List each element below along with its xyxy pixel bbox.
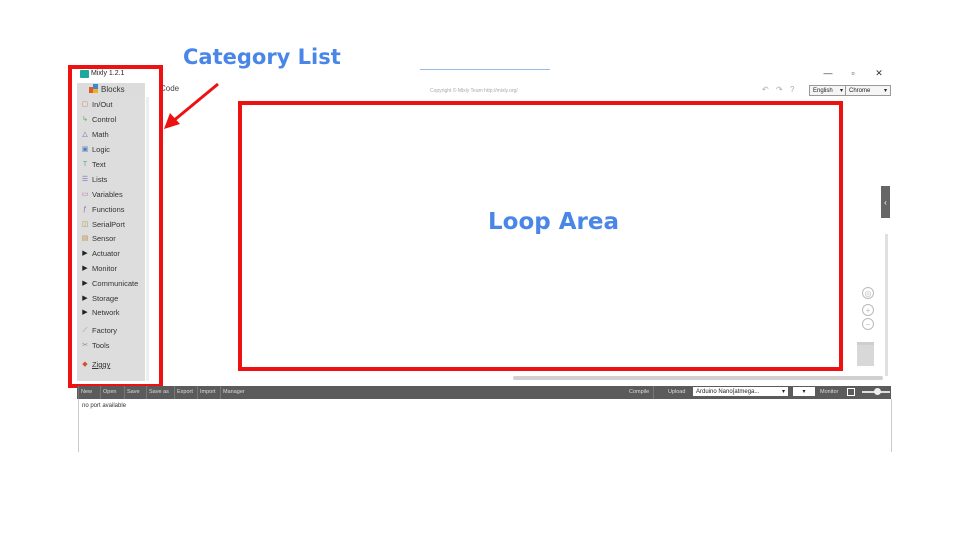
manager-button[interactable]: Manager: [223, 389, 245, 395]
chevron-down-icon: ▾: [883, 88, 887, 94]
port-select[interactable]: ▾: [793, 387, 815, 396]
browser-select[interactable]: Chrome ▾: [845, 85, 891, 96]
board-value: Arduino Nano[atmega...: [696, 388, 760, 395]
console-output: no port available: [78, 399, 892, 452]
language-value: English: [813, 87, 833, 94]
zoom-in-icon[interactable]: +: [862, 304, 874, 316]
save-as-button[interactable]: Save as: [149, 389, 169, 395]
monitor-checkbox[interactable]: [847, 388, 855, 396]
undo-icon[interactable]: ↶: [762, 85, 769, 94]
language-select[interactable]: English ▾: [809, 85, 847, 96]
zoom-out-icon[interactable]: −: [862, 318, 874, 330]
divider: [124, 386, 125, 399]
loop-area-highlight-box: [238, 101, 843, 371]
baud-slider-handle[interactable]: [874, 388, 881, 395]
minimize-button[interactable]: —: [821, 68, 835, 78]
help-icon[interactable]: ?: [790, 85, 794, 94]
zoom-reset-icon[interactable]: ◎: [862, 287, 874, 299]
divider: [220, 386, 221, 399]
browser-value: Chrome: [849, 87, 871, 94]
chevron-down-icon: ▾: [839, 88, 843, 94]
upload-button[interactable]: Upload: [668, 389, 685, 395]
maximize-button[interactable]: ▫: [846, 68, 860, 78]
console-text: no port available: [82, 403, 127, 409]
divider: [78, 386, 79, 399]
save-button[interactable]: Save: [127, 389, 140, 395]
divider: [146, 386, 147, 399]
trash-icon[interactable]: [857, 342, 874, 366]
divider: [174, 386, 175, 399]
import-button[interactable]: Import: [200, 389, 216, 395]
bottom-toolbar: Compile Upload Arduino Nano[atmega... ▾ …: [77, 386, 891, 399]
close-button[interactable]: ✕: [872, 68, 886, 79]
copyright-text: Copyright © Mixly Team http://mixly.org/: [430, 88, 518, 94]
collapse-panel-tab[interactable]: ‹: [881, 186, 890, 218]
export-button[interactable]: Export: [177, 389, 193, 395]
divider: [653, 386, 654, 399]
category-highlight-box: [68, 65, 163, 388]
chevron-down-icon: ▾: [802, 389, 806, 395]
board-select[interactable]: Arduino Nano[atmega... ▾: [693, 387, 788, 396]
redo-icon[interactable]: ↷: [776, 85, 783, 94]
title-bar: Mixly 1.2.1 — ▫ ✕: [77, 67, 891, 83]
divider: [197, 386, 198, 399]
category-list-annotation: Category List: [183, 45, 341, 69]
workspace-scrollbar-horizontal[interactable]: [513, 376, 883, 380]
divider: [100, 386, 101, 399]
chevron-down-icon: ▾: [781, 389, 785, 395]
workspace-scrollbar-vertical[interactable]: [885, 234, 888, 376]
monitor-button[interactable]: Monitor: [820, 389, 838, 395]
compile-button[interactable]: Compile: [629, 389, 649, 395]
loop-area-annotation: Loop Area: [488, 209, 619, 235]
open-button[interactable]: Open: [103, 389, 116, 395]
new-button[interactable]: New: [81, 389, 92, 395]
